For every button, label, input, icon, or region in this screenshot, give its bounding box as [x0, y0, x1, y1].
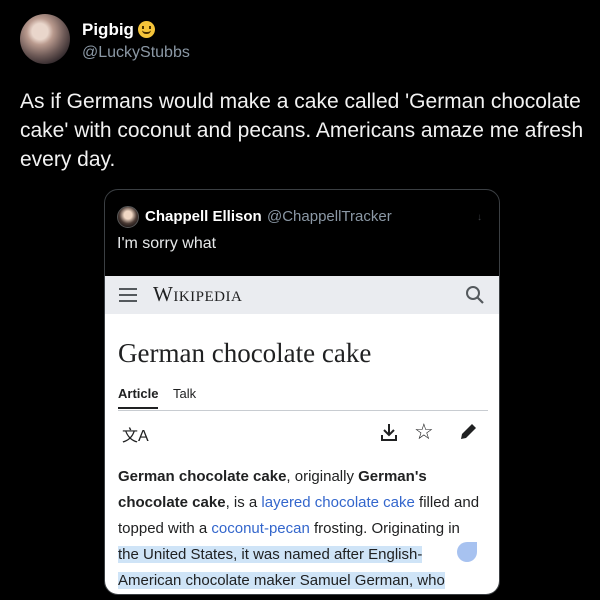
body-text: , is a: [225, 494, 262, 511]
highlighted-text: the United States, it was named after En…: [118, 546, 423, 563]
quoted-tweet-header: Chappell Ellison @ChappellTracker: [117, 206, 487, 232]
quoted-tweet-text: I'm sorry what: [117, 235, 217, 252]
translate-icon: 文A: [122, 428, 149, 445]
article-lead-paragraph: German chocolate cake, originally German…: [118, 464, 486, 594]
body-text: frosting. Originating in: [309, 520, 460, 537]
pencil-icon: [461, 424, 476, 439]
wikipedia-logo: Wikipedia: [153, 282, 243, 306]
author-name[interactable]: Pigbig: [82, 20, 155, 40]
link-layered-cake: layered chocolate cake: [261, 494, 415, 511]
tweet-text: As if Germans would make a cake called '…: [20, 90, 584, 171]
highlighted-text: American chocolate maker Samuel German, …: [118, 572, 445, 589]
body-text: , originally: [286, 468, 359, 485]
quoted-author-handle: @ChappellTracker: [267, 208, 392, 225]
author-name-text: Pigbig: [82, 20, 134, 39]
quoted-avatar: [117, 206, 139, 228]
tab-talk: Talk: [173, 386, 197, 401]
quoted-author-name: Chappell Ellison: [145, 208, 262, 225]
bold-term: German chocolate cake: [118, 468, 287, 485]
more-icon: ↓: [477, 212, 482, 223]
wikipedia-screenshot: Wikipedia German chocolate cake Article …: [105, 276, 499, 594]
link-coconut-pecan: coconut-pecan: [211, 520, 310, 537]
tab-article: Article: [118, 386, 159, 409]
article-title: German chocolate cake: [118, 338, 372, 368]
wiki-topbar: Wikipedia: [105, 276, 499, 314]
author-handle[interactable]: @LuckyStubbs: [82, 44, 190, 62]
article-toolbar: 文A ☆: [118, 419, 490, 446]
star-icon: ☆: [414, 419, 434, 444]
hamburger-menu-icon: [119, 288, 137, 290]
download-icon: [381, 424, 397, 441]
search-icon: [466, 286, 484, 304]
smiley-emoji-icon: [137, 21, 155, 38]
selection-handle-icon: [457, 542, 477, 562]
avatar[interactable]: [20, 14, 70, 64]
quoted-tweet[interactable]: Chappell Ellison @ChappellTracker ↓ I'm …: [104, 189, 500, 595]
tweet-header: Pigbig @LuckyStubbs: [20, 14, 580, 70]
article-tabs: Article Talk: [118, 386, 488, 411]
